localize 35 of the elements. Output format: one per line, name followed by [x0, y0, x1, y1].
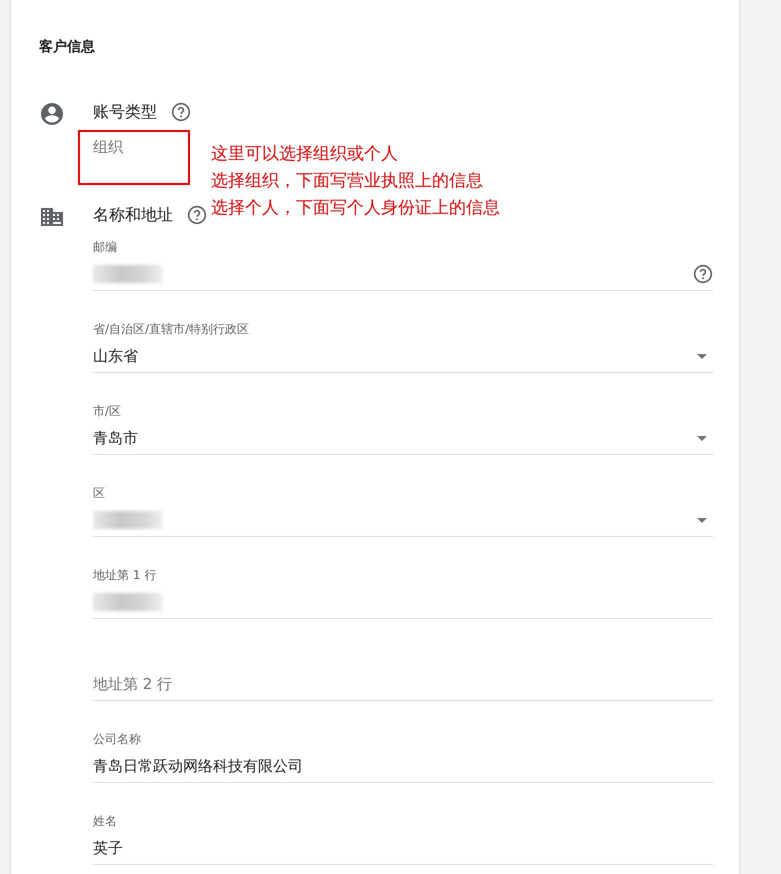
help-icon[interactable]: [693, 264, 713, 284]
field-value: 山东省: [93, 346, 139, 366]
section-heading: 账号类型: [93, 101, 157, 123]
person-icon: [40, 102, 64, 126]
section-title: 客户信息: [39, 38, 96, 57]
field-label: 公司名称: [93, 732, 141, 746]
field-label: 区: [93, 486, 105, 500]
dropdown-arrow-icon: [697, 436, 707, 440]
dropdown-field[interactable]: 省/自治区/直辖市/特别行政区 山东省: [93, 321, 713, 373]
help-icon[interactable]: [171, 102, 191, 122]
field-placeholder: 地址第 2 行: [93, 674, 174, 694]
field-value: 青岛日常跃动网络科技有限公司: [93, 756, 304, 776]
dropdown-field[interactable]: 市/区 青岛市: [93, 403, 713, 455]
annotation-text: 选择个人，下面写个人身份证上的信息: [211, 197, 500, 220]
field-value: 英子: [93, 838, 124, 858]
field-label: 市/区: [93, 404, 122, 418]
dropdown-field[interactable]: 区: [93, 485, 713, 537]
field-label: 姓名: [93, 814, 117, 828]
dropdown-arrow-icon: [697, 354, 707, 358]
field-label: 邮编: [93, 240, 117, 254]
dropdown-arrow-icon: [697, 518, 707, 522]
input-field[interactable]: 公司名称 青岛日常跃动网络科技有限公司: [93, 731, 713, 783]
field-label: 地址第 1 行: [93, 568, 156, 582]
input-field[interactable]: 地址第 1 行: [93, 567, 713, 619]
input-field[interactable]: 姓名 英子: [93, 813, 713, 865]
help-icon[interactable]: [187, 205, 207, 225]
account-type-value[interactable]: 组织: [93, 138, 123, 157]
annotation-text: 选择组织，下面写营业执照上的信息: [211, 170, 484, 193]
input-field[interactable]: 地址第 2 行: [93, 649, 713, 701]
field-label: 省/自治区/直辖市/特别行政区: [93, 322, 250, 336]
field-value: 青岛市: [93, 428, 139, 448]
building-icon: [40, 205, 64, 229]
section-heading: 名称和地址: [93, 204, 173, 226]
annotation-text: 这里可以选择组织或个人: [211, 143, 399, 166]
input-field[interactable]: 邮编: [93, 239, 713, 291]
